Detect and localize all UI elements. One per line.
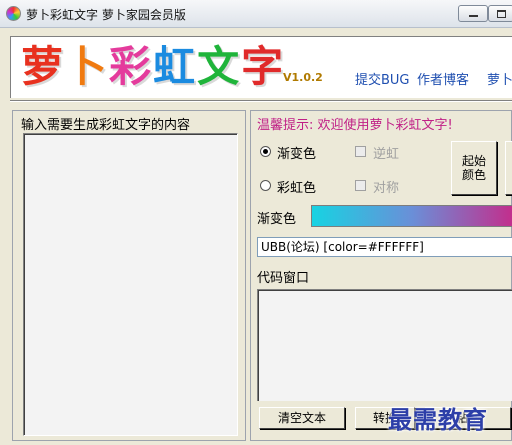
start-color-label-1: 起始 <box>461 154 486 168</box>
title-bar: 萝卜彩虹文字 萝卜家园会员版 <box>0 0 512 28</box>
rainbow-radio[interactable] <box>260 180 271 191</box>
luobo-link[interactable]: 萝卜 <box>487 69 512 88</box>
maximize-button[interactable] <box>488 5 512 22</box>
reverse-checkbox-label: 逆虹 <box>373 147 400 162</box>
code-window-label: 代码窗口 <box>257 271 310 286</box>
app-window: 萝卜彩虹文字 萝卜家园会员版 萝卜彩虹文字 V1.0.2 提交BUG 作者博客 … <box>0 0 512 445</box>
gradient-label: 渐变色 <box>257 212 297 227</box>
symmetric-checkbox[interactable] <box>355 180 366 191</box>
banner: 萝卜彩虹文字 V1.0.2 提交BUG 作者博客 萝卜 <box>10 36 512 98</box>
input-label: 输入需要生成彩虹文字的内容 <box>21 118 191 133</box>
tip-text: 温馨提示: 欢迎使用萝卜彩虹文字! <box>257 118 453 133</box>
format-select[interactable]: UBB(论坛) [color=#FFFFFF] <box>257 237 512 257</box>
minimize-button[interactable] <box>458 5 488 22</box>
logo: 萝卜彩虹文字 <box>21 41 285 93</box>
logo-char: 卜 <box>65 42 110 91</box>
input-textarea[interactable] <box>23 133 238 436</box>
logo-char: 虹 <box>153 42 198 91</box>
symmetric-checkbox-label: 对称 <box>373 181 400 196</box>
version-label: V1.0.2 <box>283 71 323 84</box>
input-panel: 输入需要生成彩虹文字的内容 <box>12 110 246 441</box>
start-color-button[interactable]: 起始 颜色 <box>451 141 497 195</box>
submit-bug-link[interactable]: 提交BUG <box>355 69 410 88</box>
gradient-radio-label[interactable]: 渐变色 <box>277 143 316 162</box>
end-color-button[interactable] <box>505 141 512 195</box>
watermark-logo: 最需教育 <box>388 405 488 434</box>
reverse-checkbox[interactable] <box>355 146 366 157</box>
logo-char: 字 <box>241 42 286 91</box>
maximize-icon <box>496 9 506 18</box>
options-panel: 温馨提示: 欢迎使用萝卜彩虹文字! 渐变色 逆虹 彩虹色 对称 起始 颜色 渐变… <box>250 110 512 441</box>
app-icon <box>6 6 21 21</box>
logo-char: 文 <box>197 42 242 91</box>
divider <box>10 100 512 102</box>
window-title: 萝卜彩虹文字 萝卜家园会员版 <box>26 8 186 22</box>
minimize-icon <box>468 15 478 17</box>
gradient-preview <box>311 205 512 227</box>
gradient-radio[interactable] <box>260 146 271 157</box>
author-blog-link[interactable]: 作者博客 <box>417 69 469 88</box>
logo-char: 萝 <box>21 42 66 91</box>
rainbow-radio-label[interactable]: 彩虹色 <box>277 177 316 196</box>
clear-text-button[interactable]: 清空文本 <box>259 407 345 429</box>
start-color-label-2: 颜色 <box>461 168 486 182</box>
code-textarea[interactable] <box>257 289 512 401</box>
logo-char: 彩 <box>109 42 154 91</box>
